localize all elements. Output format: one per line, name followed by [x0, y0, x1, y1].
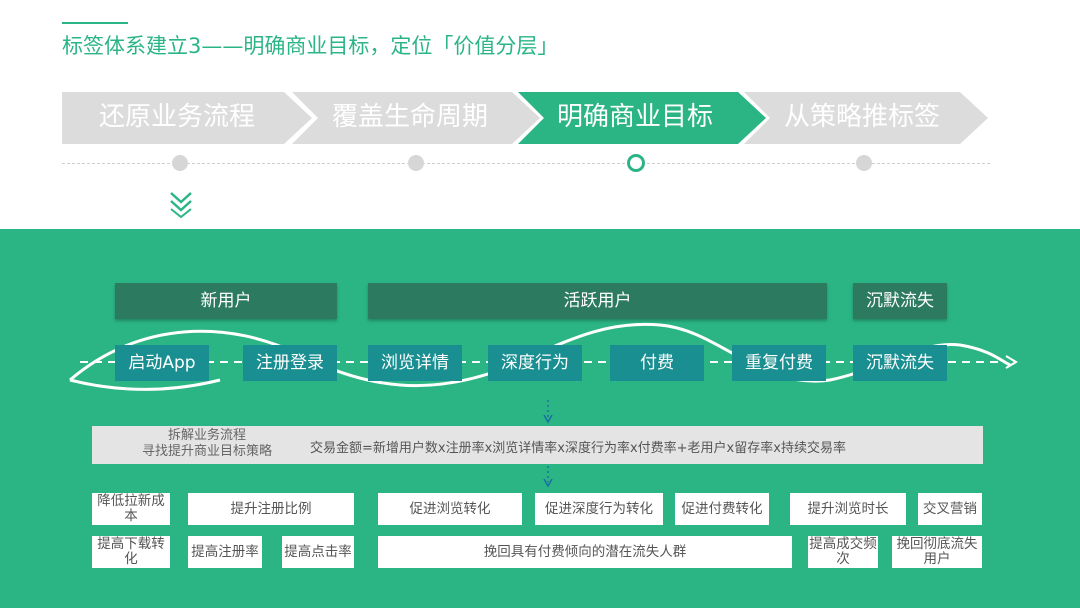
strategy-raise-register-rate: 提高注册率 — [188, 536, 262, 568]
strategy-reduce-cost: 降低拉新成本 — [92, 493, 170, 525]
flow-pay: 付费 — [610, 345, 704, 381]
flow-deep-action: 深度行为 — [488, 345, 582, 381]
chevron-down-icon — [170, 192, 192, 218]
strategy-raise-download: 提高下载转化 — [92, 536, 170, 568]
analysis-label-line2: 寻找提升商业目标策略 — [141, 444, 272, 459]
timeline-dot-active — [627, 154, 645, 172]
timeline-dot — [408, 155, 424, 171]
strategy-raise-click-rate: 提高点击率 — [282, 536, 354, 568]
strategy-raise-browse-time: 提升浏览时长 — [790, 493, 906, 525]
strategy-promote-deep: 促进深度行为转化 — [535, 493, 663, 525]
analysis-formula: 交易金额=新增用户数x注册率x浏览详情率x深度行为率x付费率+老用户x留存率x持… — [310, 441, 846, 456]
flow-repeat-pay: 重复付费 — [732, 345, 826, 381]
analysis-label-line1: 拆解业务流程 — [167, 428, 246, 443]
timeline-dot — [856, 155, 872, 171]
strategy-raise-register-ratio: 提升注册比例 — [188, 493, 354, 525]
analysis-label: 拆解业务流程 寻找提升商业目标策略 — [122, 428, 292, 460]
timeline-line — [62, 163, 990, 164]
strategy-recover-churn: 挽回具有付费倾向的潜在流失人群 — [378, 536, 792, 568]
strategy-raise-deal-freq: 提高成交频次 — [808, 536, 878, 568]
strategy-recover-lost: 挽回彻底流失用户 — [892, 536, 982, 568]
strategy-cross-sell: 交叉营销 — [918, 493, 982, 525]
step-label-2: 覆盖生命周期 — [331, 102, 488, 132]
strategy-promote-browse: 促进浏览转化 — [378, 493, 522, 525]
flow-register: 注册登录 — [243, 345, 337, 381]
timeline-dot — [172, 155, 188, 171]
step-label-1: 还原业务流程 — [98, 102, 255, 132]
flow-silent: 沉默流失 — [853, 345, 947, 381]
step-label-4: 从策略推标签 — [783, 102, 940, 132]
step-label-3: 明确商业目标 — [556, 102, 713, 132]
flow-browse: 浏览详情 — [368, 345, 462, 381]
strategy-promote-pay: 促进付费转化 — [675, 493, 769, 525]
flow-start-app: 启动App — [115, 345, 209, 381]
